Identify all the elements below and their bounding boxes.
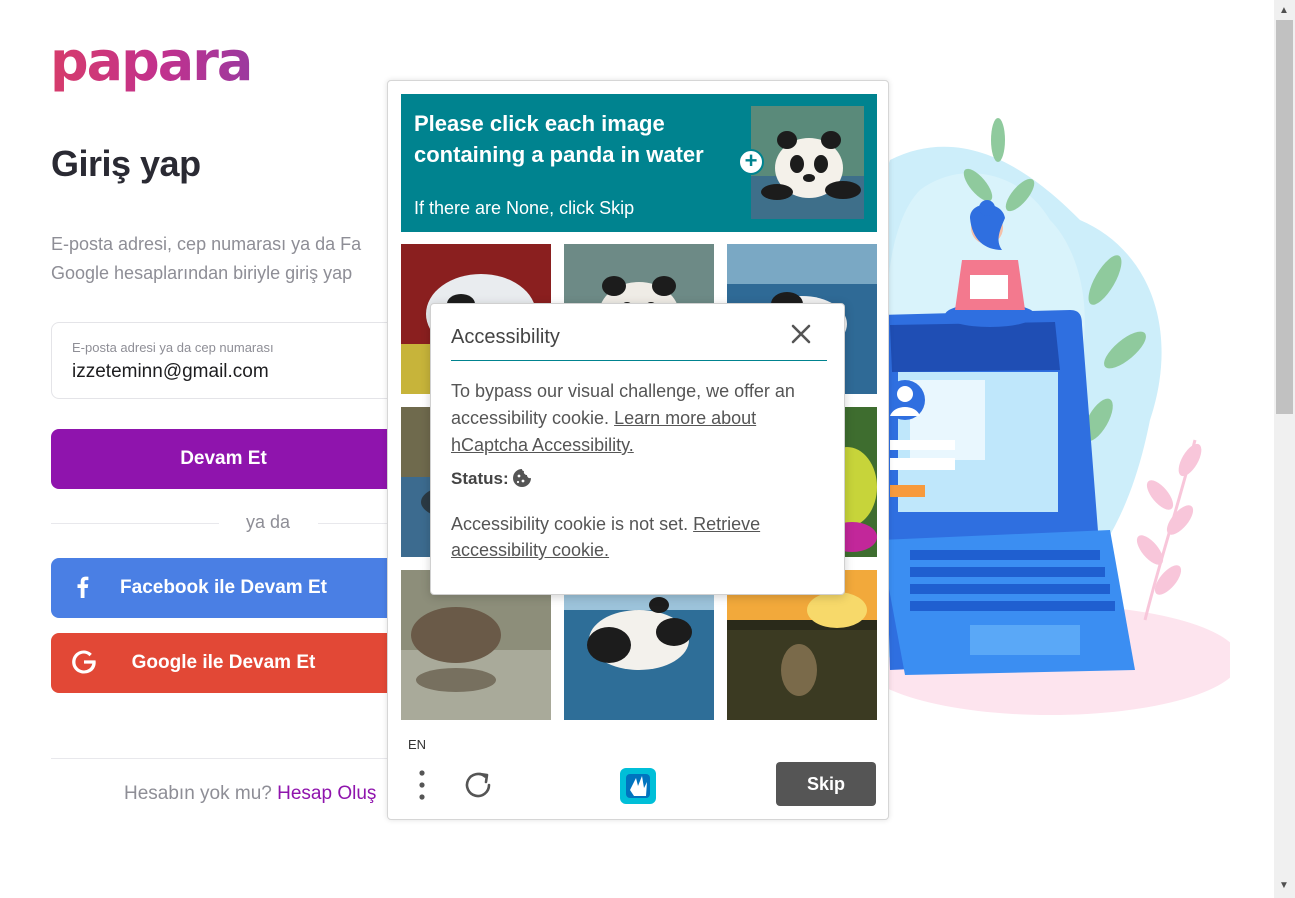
scroll-up-arrow[interactable]: ▲: [1279, 5, 1289, 16]
bottom-divider: [51, 758, 396, 759]
close-icon[interactable]: [789, 322, 813, 346]
skip-button-label: Skip: [806, 773, 845, 794]
prompt-subtext: If there are None, click Skip: [414, 198, 635, 218]
page-scrollbar[interactable]: ▲ ▼: [1274, 0, 1295, 898]
cookie-status-text: Accessibility cookie is not set. Retriev…: [451, 511, 831, 563]
divider-right: [318, 523, 396, 524]
scroll-thumb[interactable]: [1276, 20, 1293, 414]
facebook-login-button[interactable]: Facebook ile Devam Et: [51, 558, 396, 618]
continue-button[interactable]: Devam Et: [51, 429, 396, 489]
email-field-value[interactable]: izzeteminn@gmail.com: [72, 361, 269, 383]
expand-example-icon[interactable]: +: [738, 149, 764, 175]
email-field[interactable]: E-posta adresi ya da cep numarası izzete…: [51, 322, 396, 399]
skip-button[interactable]: Skip: [776, 762, 876, 806]
cookie-state: Accessibility cookie is not set.: [451, 514, 689, 534]
prompt-text: Please click each image containing a pan…: [414, 111, 704, 167]
google-icon: [72, 650, 96, 674]
modal-body: To bypass our visual challenge, we offer…: [451, 378, 831, 459]
description-line-2: Google hesaplarından biriyle giriş yap: [51, 263, 353, 283]
facebook-icon: [77, 576, 89, 598]
hcaptcha-logo-icon: [620, 768, 656, 804]
menu-dots-icon[interactable]: [410, 767, 434, 803]
challenge-prompt: Please click each image containing a pan…: [401, 94, 877, 232]
example-image[interactable]: [751, 106, 864, 219]
email-field-label: E-posta adresi ya da cep numarası: [72, 340, 274, 355]
page-title: Giriş yap: [51, 143, 201, 184]
continue-button-label: Devam Et: [180, 448, 267, 469]
papara-logo: papara: [50, 30, 253, 93]
scroll-down-arrow[interactable]: ▼: [1279, 880, 1289, 891]
description-line-1: E-posta adresi, cep numarası ya da Fa: [51, 234, 362, 254]
cookie-icon: [513, 469, 531, 487]
divider-left: [51, 523, 219, 524]
google-login-label: Google ile Devam Et: [131, 652, 316, 673]
login-description: E-posta adresi, cep numarası ya da Fa Go…: [51, 230, 396, 286]
google-login-button[interactable]: Google ile Devam Et: [51, 633, 396, 693]
signup-link[interactable]: Hesap Oluş: [277, 783, 376, 804]
facebook-login-label: Facebook ile Devam Et: [120, 577, 327, 598]
language-selector[interactable]: EN: [408, 737, 426, 752]
modal-divider: [451, 360, 827, 361]
modal-title: Accessibility: [451, 326, 560, 348]
signup-prompt: Hesabın yok mu? Hesap Oluş: [124, 783, 376, 805]
status-label: Status:: [451, 469, 509, 488]
accessibility-modal: Accessibility To bypass our visual chall…: [430, 303, 845, 595]
or-separator: ya da: [246, 512, 291, 532]
refresh-icon[interactable]: [462, 767, 496, 803]
login-illustration: [857, 118, 1230, 715]
no-account-text: Hesabın yok mu?: [124, 783, 272, 804]
